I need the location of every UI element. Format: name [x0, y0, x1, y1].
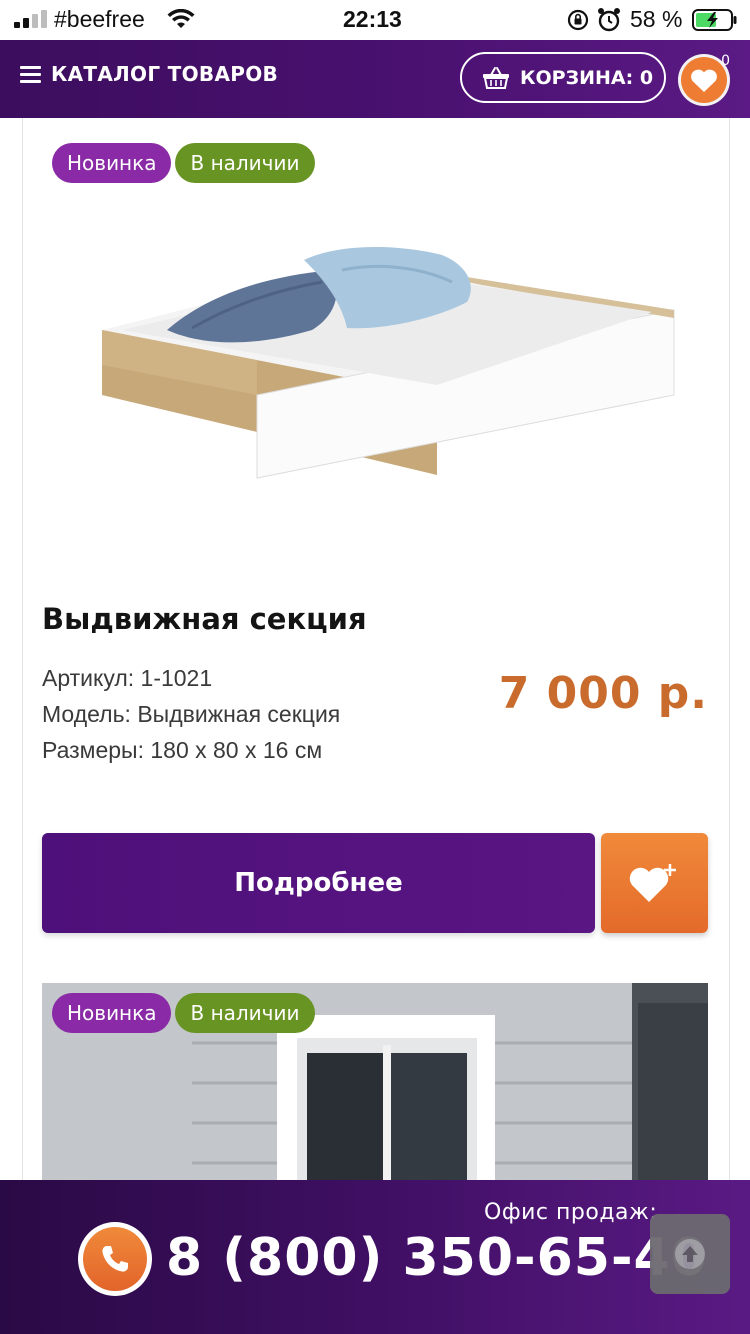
product-title[interactable]: Выдвижная секция [42, 602, 367, 636]
contact-footer: Офис продаж: 8 (800) 350-65-40 [0, 1180, 750, 1334]
office-label: Офис продаж: [484, 1200, 658, 1225]
cart-button[interactable]: КОРЗИНА: 0 [460, 52, 666, 103]
badge-in-stock: В наличии [175, 993, 315, 1033]
product-badges-2: Новинка В наличии [52, 993, 315, 1033]
catalog-label: КАТАЛОГ ТОВАРОВ [51, 62, 279, 86]
badge-new: Новинка [52, 993, 172, 1033]
status-bar: #beefree 22:13 58 % [0, 0, 750, 40]
signal-icon [14, 10, 47, 28]
call-button[interactable] [78, 1222, 152, 1296]
phone-icon [102, 1246, 128, 1272]
heart-plus-icon [629, 864, 676, 902]
details-button[interactable]: Подробнее [42, 833, 595, 933]
favorites-count: 0 [721, 53, 730, 69]
wifi-icon [167, 9, 195, 28]
rotation-lock-icon [567, 9, 589, 31]
alarm-icon [598, 8, 620, 32]
arrow-up-icon [675, 1239, 705, 1269]
add-to-favorites-button[interactable] [601, 833, 708, 933]
basket-icon [483, 66, 509, 89]
bed-drawer-illustration [102, 246, 675, 479]
carrier-name: #beefree [54, 6, 145, 32]
product-image[interactable] [42, 190, 708, 560]
product-model: Модель: Выдвижная секция [42, 701, 341, 727]
product-dimensions: Размеры: 180 х 80 х 16 см [42, 737, 323, 763]
battery-icon [692, 9, 737, 31]
badge-new: Новинка [52, 143, 172, 183]
hamburger-icon [20, 65, 41, 83]
product-sku: Артикул: 1-1021 [42, 665, 213, 691]
clock: 22:13 [343, 6, 402, 32]
favorites-button[interactable]: 0 [678, 53, 730, 106]
app-header: КАТАЛОГ ТОВАРОВ КОРЗИНА: 0 0 [0, 40, 750, 118]
product-badges: Новинка В наличии [52, 143, 315, 183]
badge-in-stock: В наличии [175, 143, 315, 183]
heart-icon [691, 69, 717, 92]
battery-percent: 58 % [630, 6, 683, 32]
scroll-to-top-button[interactable] [650, 1214, 730, 1294]
product-price: 7 000 р. [498, 668, 708, 719]
phone-number[interactable]: 8 (800) 350-65-40 [166, 1228, 708, 1288]
cart-label: КОРЗИНА: 0 [520, 66, 654, 89]
catalog-menu-button[interactable]: КАТАЛОГ ТОВАРОВ [20, 62, 278, 86]
